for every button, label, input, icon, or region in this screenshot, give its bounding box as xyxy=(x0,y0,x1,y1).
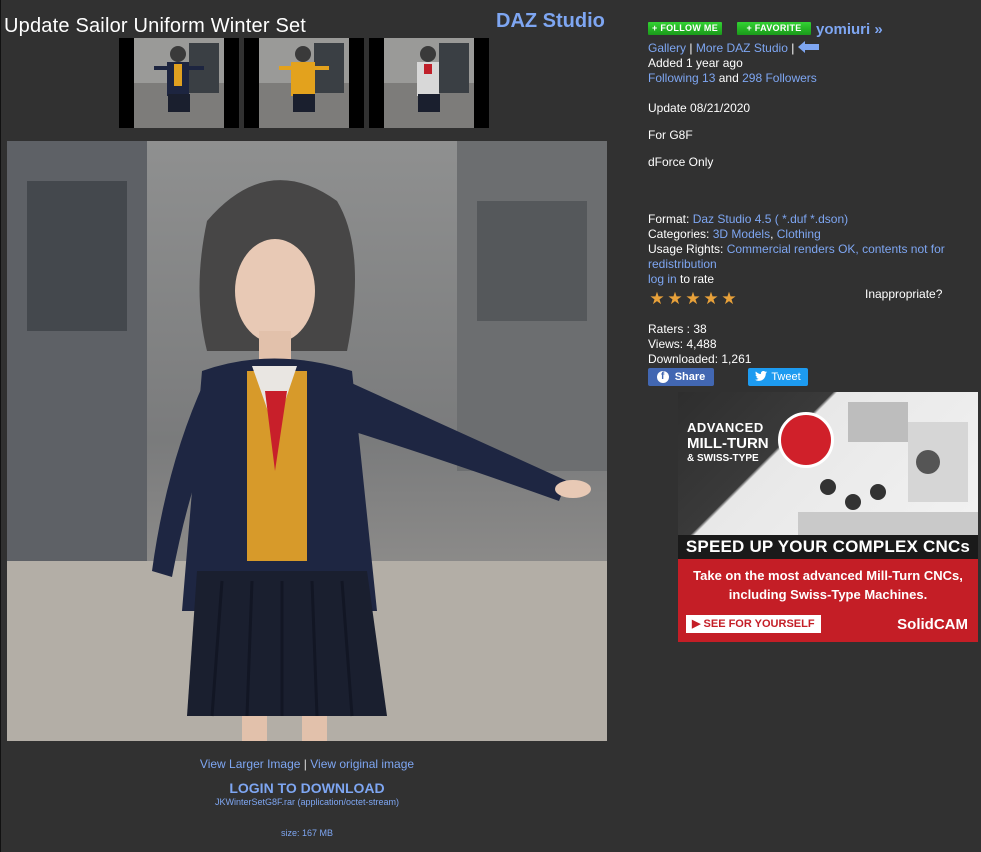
tweet-button[interactable]: Tweet xyxy=(748,368,808,386)
ad-lathe-icon xyxy=(778,412,834,468)
ad-line-1: ADVANCED xyxy=(687,420,764,435)
ad-cta-button[interactable]: ▶ SEE FOR YOURSELF xyxy=(686,615,821,633)
login-to-download-link[interactable]: LOGIN TO DOWNLOAD xyxy=(7,780,607,796)
ad-subtext: Take on the most advanced Mill-Turn CNCs… xyxy=(678,566,978,604)
following-link[interactable]: Following 13 xyxy=(648,71,715,85)
star-icon[interactable]: ★ xyxy=(648,290,666,307)
tweet-label: Tweet xyxy=(771,371,801,383)
categories-row: Categories: 3D Models, Clothing xyxy=(648,227,821,241)
category-clothing-link[interactable]: Clothing xyxy=(777,227,821,241)
ad-brand-logo: SolidCAM xyxy=(897,616,968,633)
page-left-border xyxy=(0,0,1,852)
to-rate-text: to rate xyxy=(680,272,715,286)
username-link[interactable]: yomiuri » xyxy=(816,21,883,38)
rate-row: log in to rate xyxy=(648,272,714,287)
ad-subtext-line-2: including Swiss-Type Machines. xyxy=(728,587,928,602)
thumbnail-strip xyxy=(119,38,489,128)
advertisement-banner[interactable]: ADVANCED MILL-TURN & SWISS-TYPE SPEED UP… xyxy=(678,392,978,642)
and-text: and xyxy=(718,71,739,85)
thumbnail-3[interactable] xyxy=(369,38,489,128)
link-separator: | xyxy=(303,757,307,771)
star-icon[interactable]: ★ xyxy=(720,290,738,307)
format-row: Format: Daz Studio 4.5 ( *.duf *.dson) xyxy=(648,212,848,227)
star-icon[interactable]: ★ xyxy=(684,290,702,307)
followers-link[interactable]: 298 Followers xyxy=(742,71,817,85)
usage-rights-label: Usage Rights: xyxy=(648,242,724,256)
thumbnail-3-image xyxy=(384,38,474,128)
login-to-rate-link[interactable]: log in xyxy=(648,272,677,286)
views-count: Views: 4,488 xyxy=(648,337,717,351)
category-3d-models-link[interactable]: 3D Models xyxy=(713,227,770,241)
ad-footer: Take on the most advanced Mill-Turn CNCs… xyxy=(678,559,978,642)
inappropriate-link[interactable]: Inappropriate? xyxy=(865,287,942,302)
thumbnail-2-image xyxy=(259,38,349,128)
ad-subtext-line-1: Take on the most advanced Mill-Turn CNCs… xyxy=(693,568,963,583)
ad-line-2: MILL-TURN xyxy=(687,435,769,452)
view-larger-link[interactable]: View Larger Image xyxy=(200,757,301,771)
star-icon[interactable]: ★ xyxy=(666,290,684,307)
usage-rights-row: Usage Rights: Commercial renders OK, con… xyxy=(648,242,958,272)
format-link[interactable]: Daz Studio 4.5 ( *.duf *.dson) xyxy=(693,212,848,226)
separator: | xyxy=(689,41,693,56)
description-line-1: Update 08/21/2020 xyxy=(648,101,751,115)
star-icon[interactable]: ★ xyxy=(702,290,720,307)
rating-stars: ★ ★ ★ ★ ★ xyxy=(648,290,738,307)
added-date: Added 1 year ago xyxy=(648,56,743,70)
favorite-button[interactable]: + FAVORITE xyxy=(737,22,811,35)
follow-me-button[interactable]: + FOLLOW ME xyxy=(648,22,722,35)
back-arrow-icon[interactable] xyxy=(797,41,820,57)
gallery-links-row: Gallery | More DAZ Studio | xyxy=(648,41,820,57)
format-label: Format: xyxy=(648,212,690,226)
downloads-count: Downloaded: 1,261 xyxy=(648,352,752,366)
raters-count: Raters : 38 xyxy=(648,322,707,336)
more-software-link[interactable]: More DAZ Studio xyxy=(696,41,788,55)
share-label: Share xyxy=(674,371,706,383)
facebook-icon: f xyxy=(656,371,669,383)
ad-headline: SPEED UP YOUR COMPLEX CNCs xyxy=(678,535,978,559)
ad-line-3: & SWISS-TYPE xyxy=(687,453,759,464)
thumbnail-2[interactable] xyxy=(244,38,364,128)
description-line-3: dForce Only xyxy=(648,155,714,169)
software-link[interactable]: DAZ Studio xyxy=(496,10,605,33)
twitter-bird-icon xyxy=(755,370,768,384)
thumbnail-1-image xyxy=(134,38,224,128)
separator: | xyxy=(791,41,795,56)
facebook-share-button[interactable]: f Share xyxy=(648,368,714,386)
description-line-2: For G8F xyxy=(648,128,693,142)
view-original-link[interactable]: View original image xyxy=(310,757,414,771)
thumbnail-1[interactable] xyxy=(119,38,239,128)
main-render-image[interactable] xyxy=(7,141,607,741)
page-title: Update Sailor Uniform Winter Set xyxy=(4,15,307,37)
image-links: View Larger Image | View original image xyxy=(7,757,607,771)
file-info-link[interactable]: JKWinterSetG8F.rar (application/octet-st… xyxy=(7,797,607,807)
follow-stats: Following 13 and 298 Followers xyxy=(648,71,817,86)
file-size: size: 167 MB xyxy=(280,828,334,838)
gallery-link[interactable]: Gallery xyxy=(648,41,686,55)
categories-label: Categories: xyxy=(648,227,710,241)
